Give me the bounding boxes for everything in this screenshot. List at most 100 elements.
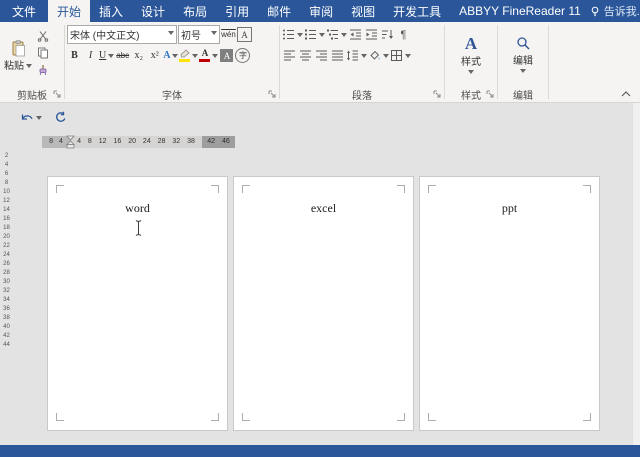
tell-me-label: 告诉我... — [603, 6, 640, 18]
tab-mailings[interactable]: 邮件 — [258, 0, 300, 22]
increase-indent-icon — [365, 28, 378, 41]
tab-abbyy[interactable]: ABBYY FineReader 11 — [450, 0, 590, 22]
font-name-combo[interactable]: 宋体 (中文正文) — [67, 25, 177, 44]
text-highlight-button[interactable] — [179, 47, 198, 64]
tab-insert[interactable]: 插入 — [90, 0, 132, 22]
sort-button[interactable] — [380, 26, 395, 43]
increase-indent-button[interactable] — [364, 26, 379, 43]
bold-button[interactable]: B — [67, 47, 82, 64]
collapse-ribbon-button[interactable] — [620, 90, 632, 98]
strikethrough-button[interactable]: abc — [115, 47, 130, 64]
redo-icon — [54, 111, 67, 123]
horizontal-ruler[interactable]: 8 4 4 8 12 16 20 24 28 32 38 42 46 — [42, 135, 235, 149]
editing-button-label: 编辑 — [513, 55, 533, 67]
crop-mark-icon — [242, 185, 250, 193]
paint-bucket-icon — [368, 49, 381, 62]
format-painter-icon — [37, 64, 49, 76]
borders-button[interactable] — [390, 47, 411, 64]
page-title: excel — [310, 201, 337, 215]
bullets-button[interactable] — [282, 26, 303, 43]
enclose-characters-button[interactable]: 字 — [235, 47, 251, 64]
chevron-down-icon — [520, 68, 526, 76]
tab-design[interactable]: 设计 — [132, 0, 174, 22]
align-right-button[interactable] — [314, 47, 329, 64]
show-formatting-marks-button[interactable]: ¶ — [396, 26, 411, 43]
styles-button[interactable]: A 样式 — [447, 24, 495, 87]
paragraph-group-label: 段落 — [352, 91, 372, 102]
tell-me-box[interactable]: 告诉我... — [590, 3, 640, 19]
ruler-right-margin: 42 46 — [202, 136, 235, 148]
clipboard-group-label: 剪贴板 — [17, 91, 47, 102]
magnifier-icon — [516, 36, 531, 51]
character-border-button[interactable]: A — [237, 26, 252, 43]
subscript-button[interactable]: x₂ — [131, 47, 146, 64]
redo-button[interactable] — [54, 111, 67, 123]
character-shading-button[interactable]: A — [219, 47, 234, 64]
lightbulb-icon — [590, 6, 600, 17]
text-effects-button[interactable]: A — [163, 47, 178, 64]
align-center-button[interactable] — [298, 47, 313, 64]
multilevel-list-button[interactable] — [326, 26, 347, 43]
tab-references[interactable]: 引用 — [216, 0, 258, 22]
tab-view[interactable]: 视图 — [342, 0, 384, 22]
font-size-combo[interactable]: 初号 — [178, 25, 220, 44]
clipboard-dialog-launcher[interactable] — [53, 90, 62, 99]
format-painter-button[interactable] — [34, 63, 52, 77]
font-dialog-launcher[interactable] — [268, 90, 277, 99]
styles-group-label: 样式 — [461, 91, 481, 102]
tab-review[interactable]: 审阅 — [300, 0, 342, 22]
phonetic-guide-button[interactable]: wén — [221, 26, 236, 43]
align-left-button[interactable] — [282, 47, 297, 64]
character-border-label: A — [237, 27, 252, 42]
indent-marker[interactable] — [66, 135, 75, 149]
paragraph-dialog-launcher[interactable] — [433, 90, 442, 99]
chevron-down-icon — [468, 69, 474, 77]
decrease-indent-button[interactable] — [348, 26, 363, 43]
page-excel[interactable]: excel — [233, 176, 414, 431]
vertical-scrollbar[interactable] — [632, 103, 640, 445]
styles-dialog-launcher[interactable] — [486, 90, 495, 99]
vertical-ruler[interactable]: 2 4 6 8 10 12 14 16 18 20 22 24 26 28 30… — [1, 152, 12, 350]
editing-group-label: 编辑 — [513, 91, 533, 102]
justify-button[interactable] — [330, 47, 345, 64]
document-workspace: 8 4 4 8 12 16 20 24 28 32 38 42 46 2 4 6… — [0, 103, 640, 445]
copy-icon — [37, 47, 49, 59]
paste-button[interactable]: 粘贴 — [2, 24, 34, 87]
bullets-icon — [282, 28, 295, 41]
pilcrow-icon: ¶ — [400, 28, 407, 41]
tab-layout[interactable]: 布局 — [174, 0, 216, 22]
page-title: word — [125, 201, 150, 215]
italic-button[interactable]: I — [83, 47, 98, 64]
numbering-button[interactable] — [304, 26, 325, 43]
page-word[interactable]: word — [47, 176, 228, 431]
crop-mark-icon — [397, 185, 405, 193]
styles-group: A 样式 样式 — [445, 22, 497, 102]
text-effects-label: A — [163, 50, 171, 61]
align-left-icon — [283, 49, 296, 62]
styles-icon: A — [464, 33, 478, 53]
font-color-button[interactable]: A — [199, 47, 218, 64]
paragraph-group: ¶ 段落 — [280, 22, 444, 102]
editing-button[interactable]: 编辑 — [500, 24, 546, 87]
font-size-value: 初号 — [181, 31, 201, 42]
tab-developer[interactable]: 开发工具 — [384, 0, 450, 22]
line-spacing-button[interactable] — [346, 47, 367, 64]
superscript-button[interactable]: x² — [147, 47, 162, 64]
chevron-down-icon — [168, 31, 174, 38]
decrease-indent-icon — [349, 28, 362, 41]
styles-button-label: 样式 — [461, 56, 481, 68]
cut-button[interactable] — [34, 29, 52, 43]
crop-mark-icon — [428, 185, 436, 193]
tab-file[interactable]: 文件 — [0, 0, 49, 22]
undo-button[interactable] — [20, 112, 42, 123]
page-ppt[interactable]: ppt — [419, 176, 600, 431]
underline-button[interactable]: U — [99, 47, 114, 64]
copy-button[interactable] — [34, 46, 52, 60]
pages-container: word excel ppt — [47, 176, 600, 431]
paste-label: 粘贴 — [4, 57, 32, 72]
undo-icon — [20, 112, 34, 123]
tab-home[interactable]: 开始 — [48, 0, 91, 22]
shading-button[interactable] — [368, 47, 389, 64]
borders-grid-icon — [390, 49, 403, 62]
ribbon-tab-bar: 文件 开始 插入 设计 布局 引用 邮件 审阅 视图 开发工具 ABBYY Fi… — [0, 0, 640, 22]
